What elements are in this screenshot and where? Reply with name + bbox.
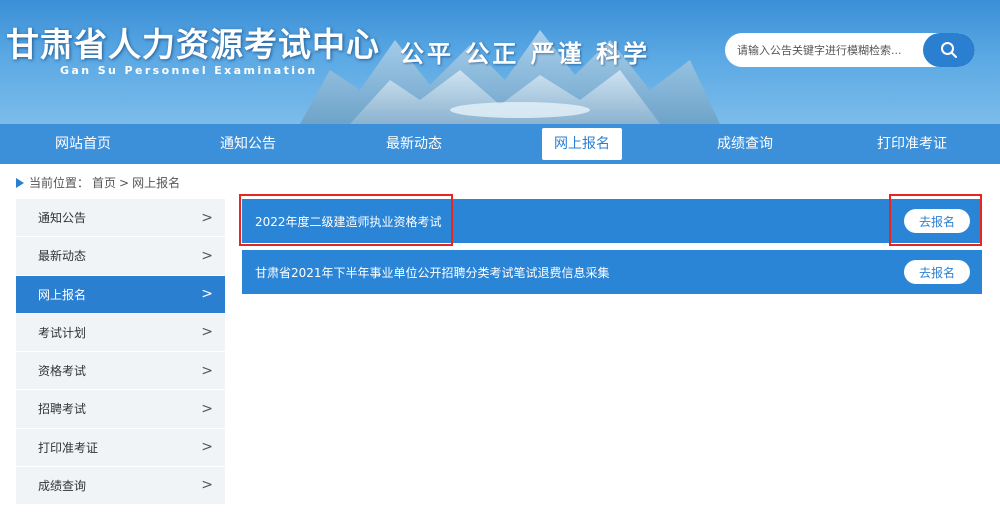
breadcrumb-separator: > [119, 175, 130, 190]
sidebar-item-label: 考试计划 [38, 325, 87, 340]
exam-list-item: 2022年度二级建造师执业资格考试 去报名 [242, 199, 982, 243]
exam-title[interactable]: 甘肃省2021年下半年事业单位公开招聘分类考试笔试退费信息采集 [255, 264, 610, 281]
breadcrumb: 当前位置： 首页 > 网上报名 [16, 174, 183, 191]
sidebar-item-label: 最新动态 [38, 249, 87, 264]
chevron-right-icon: > [201, 400, 213, 417]
sidebar: 通知公告 > 最新动态 > 网上报名 > 考试计划 > 资格考试 > 招聘考试 … [16, 199, 225, 505]
sidebar-item-notices[interactable]: 通知公告 > [16, 199, 225, 238]
chevron-right-icon: > [201, 477, 213, 494]
sidebar-item-label: 成绩查询 [38, 478, 87, 493]
chevron-right-icon: > [201, 324, 213, 341]
exam-title[interactable]: 2022年度二级建造师执业资格考试 [255, 213, 442, 230]
breadcrumb-prefix: 当前位置： [29, 176, 90, 190]
nav-item-score-query[interactable]: 成绩查询 [712, 128, 778, 160]
search-box [725, 33, 975, 67]
sidebar-item-score-query[interactable]: 成绩查询 > [16, 466, 225, 505]
exam-list-item: 甘肃省2021年下半年事业单位公开招聘分类考试笔试退费信息采集 去报名 [242, 250, 982, 294]
sidebar-item-exam-plan[interactable]: 考试计划 > [16, 313, 225, 352]
sidebar-item-online-registration[interactable]: 网上报名 > [16, 275, 225, 314]
chevron-right-icon: > [201, 209, 213, 226]
chevron-right-icon: > [201, 362, 213, 379]
sidebar-item-news[interactable]: 最新动态 > [16, 237, 225, 276]
breadcrumb-arrow-icon [16, 177, 24, 188]
nav-item-online-registration[interactable]: 网上报名 [542, 128, 622, 160]
search-input[interactable] [725, 33, 925, 67]
chevron-right-icon: > [201, 247, 213, 264]
breadcrumb-current: 网上报名 [132, 176, 181, 190]
register-button[interactable]: 去报名 [904, 209, 970, 233]
nav-item-home[interactable]: 网站首页 [50, 128, 116, 160]
search-button[interactable] [923, 33, 975, 67]
sidebar-item-label: 资格考试 [38, 364, 87, 379]
sidebar-item-label: 网上报名 [38, 287, 87, 302]
sidebar-item-recruitment-exam[interactable]: 招聘考试 > [16, 390, 225, 429]
register-button[interactable]: 去报名 [904, 260, 970, 284]
chevron-right-icon: > [201, 439, 213, 456]
slogan: 公平 公正 严谨 科学 [400, 39, 651, 68]
sidebar-item-print-admission[interactable]: 打印准考证 > [16, 428, 225, 467]
chevron-right-icon: > [201, 286, 213, 303]
sidebar-item-label: 打印准考证 [38, 440, 99, 455]
site-subtitle: Gan Su Personnel Examination [60, 64, 318, 77]
main-nav: 网站首页 通知公告 最新动态 网上报名 成绩查询 打印准考证 [0, 124, 1000, 164]
site-title: 甘肃省人力资源考试中心 [6, 25, 380, 64]
search-icon [941, 42, 957, 58]
sidebar-item-label: 通知公告 [38, 211, 87, 226]
nav-item-print-admission[interactable]: 打印准考证 [872, 128, 952, 160]
nav-item-news[interactable]: 最新动态 [381, 128, 447, 160]
breadcrumb-home-link[interactable]: 首页 [92, 174, 116, 191]
site-header: 甘肃省人力资源考试中心 Gan Su Personnel Examination… [0, 0, 1000, 124]
sidebar-item-label: 招聘考试 [38, 402, 87, 417]
nav-item-notices[interactable]: 通知公告 [215, 128, 281, 160]
sidebar-item-qualification-exam[interactable]: 资格考试 > [16, 352, 225, 391]
